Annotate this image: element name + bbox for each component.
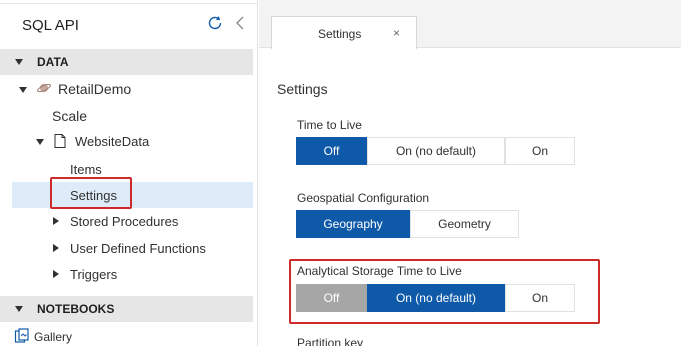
gallery-icon: [14, 328, 29, 343]
ttl-toggle-group: Off On (no default) On: [296, 137, 575, 165]
chevron-right-icon[interactable]: [53, 217, 59, 225]
chevron-right-icon[interactable]: [53, 244, 59, 252]
section-data-label: DATA: [37, 55, 69, 69]
geo-toggle-group: Geography Geometry: [296, 210, 519, 238]
tree-item-scale[interactable]: Scale: [52, 108, 87, 124]
chevron-right-icon[interactable]: [53, 270, 59, 278]
container-label: WebsiteData: [75, 134, 150, 149]
geo-label: Geospatial Configuration: [297, 191, 430, 205]
api-title: SQL API: [22, 17, 79, 34]
tree-item-items[interactable]: Items: [70, 162, 102, 177]
database-planet-icon: [37, 83, 51, 93]
document-icon: [54, 134, 66, 148]
resource-tree: SQL API DATA RetailDemo Scale WebsiteDat…: [0, 0, 258, 346]
tree-item-settings-selected[interactable]: [12, 182, 253, 208]
ttl-on-no-default-button[interactable]: On (no default): [367, 137, 505, 165]
tree-item-stored-procedures[interactable]: Stored Procedures: [70, 214, 178, 229]
page-title: Settings: [277, 81, 328, 97]
refresh-icon[interactable]: [206, 14, 224, 32]
ttl-off-button[interactable]: Off: [296, 137, 367, 165]
expand-icon: [19, 87, 27, 93]
database-label: RetailDemo: [58, 81, 132, 97]
section-data[interactable]: DATA: [0, 49, 253, 75]
chevron-down-icon: [15, 59, 23, 65]
geo-geometry-button[interactable]: Geometry: [410, 210, 519, 238]
highlight-box-settings: [50, 177, 132, 209]
expand-icon: [36, 139, 44, 145]
highlight-box-analytical-storage: [289, 259, 600, 324]
ttl-label: Time to Live: [297, 118, 362, 132]
close-icon[interactable]: ×: [393, 26, 400, 40]
chevron-left-icon[interactable]: [234, 15, 246, 31]
tab-settings[interactable]: Settings ×: [271, 16, 417, 49]
tree-header: SQL API: [0, 0, 258, 48]
partition-key-label: Partition key: [297, 336, 364, 346]
settings-pane: Settings Time to Live Off On (no default…: [259, 49, 681, 346]
tree-item-udf[interactable]: User Defined Functions: [70, 241, 206, 256]
tree-item-triggers[interactable]: Triggers: [70, 267, 117, 282]
gallery-label: Gallery: [34, 330, 73, 344]
tab-settings-label: Settings: [318, 27, 362, 41]
ttl-on-button[interactable]: On: [505, 137, 575, 165]
chevron-down-icon: [15, 306, 23, 312]
section-notebooks-label: NOTEBOOKS: [37, 302, 115, 316]
tab-bar: Settings ×: [259, 0, 681, 49]
section-notebooks[interactable]: NOTEBOOKS: [0, 296, 253, 322]
geo-geography-button[interactable]: Geography: [296, 210, 410, 238]
